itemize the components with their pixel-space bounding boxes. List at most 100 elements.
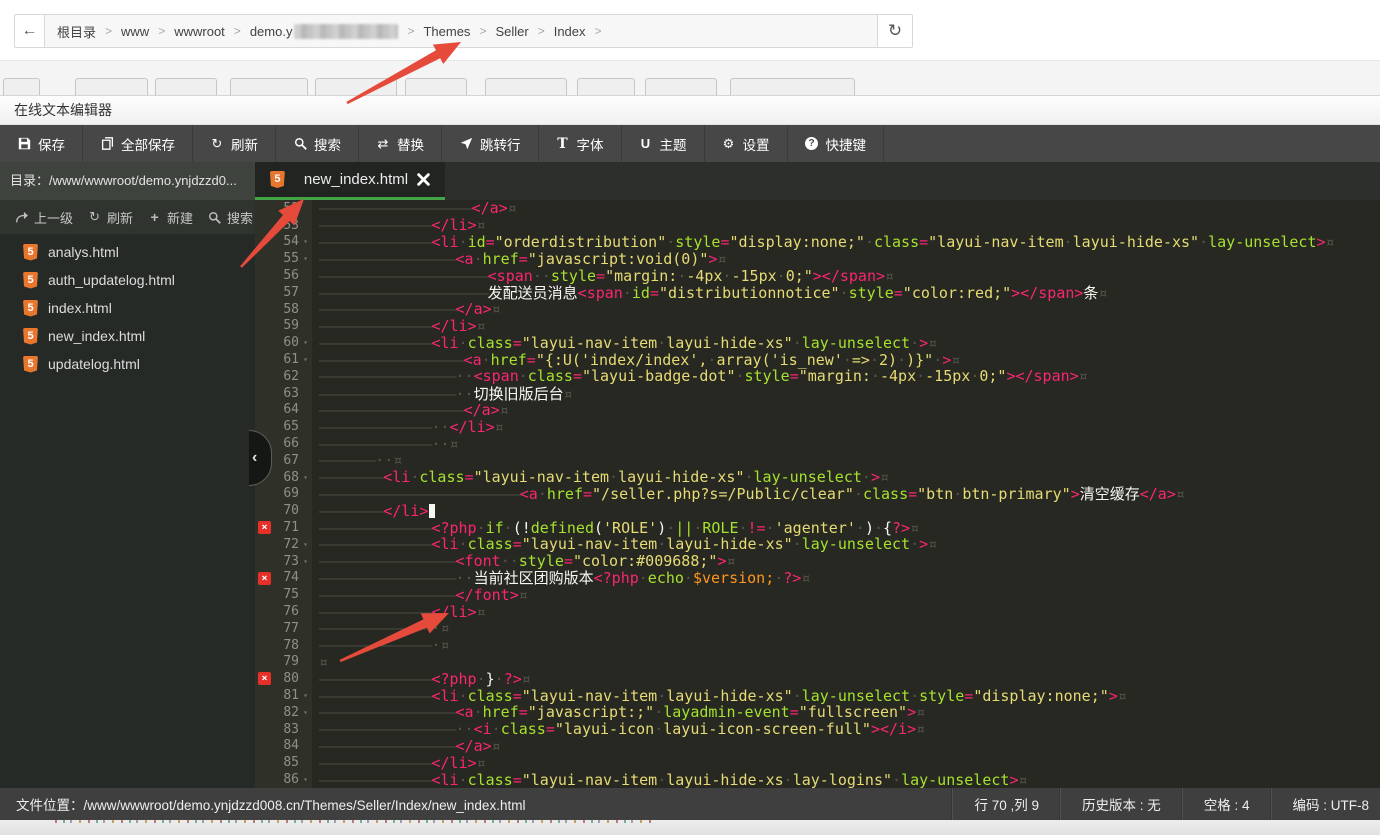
code-line-content[interactable]: ———————··¤ xyxy=(312,451,402,469)
line-number[interactable]: 69 xyxy=(283,486,299,501)
breadcrumb-item[interactable]: wwwroot xyxy=(174,24,225,39)
code-line-content[interactable]: ——————————————</li>¤ xyxy=(312,317,486,335)
toolbar-button-font[interactable]: T字体 xyxy=(539,125,622,162)
toolbar-button-replace[interactable]: ⇄替换 xyxy=(359,125,442,162)
back-button[interactable]: ← xyxy=(14,14,45,48)
toolbar-button-save[interactable]: 保存 xyxy=(0,125,83,162)
line-number[interactable]: 53 xyxy=(283,218,299,233)
sidebar-action-new-file[interactable]: +新建 xyxy=(148,208,193,227)
line-number[interactable]: 59 xyxy=(283,318,299,333)
fold-arrow-icon[interactable]: ▾ xyxy=(299,237,312,246)
fold-arrow-icon[interactable]: ▾ xyxy=(299,473,312,482)
fold-arrow-icon[interactable]: ▾ xyxy=(299,338,312,347)
line-number[interactable]: 80 xyxy=(283,671,299,686)
line-number[interactable]: 56 xyxy=(283,268,299,283)
close-tab-icon[interactable] xyxy=(417,173,430,186)
code-line-content[interactable]: ——————————————</li>¤ xyxy=(312,216,486,234)
code-line-content[interactable]: ——————————————<li·class="layui-nav-item·… xyxy=(312,334,937,352)
breadcrumb-item[interactable]: Index xyxy=(554,24,586,39)
line-number[interactable]: 52 xyxy=(283,201,299,216)
line-number[interactable]: 67 xyxy=(283,453,299,468)
file-item[interactable]: 5new_index.html xyxy=(0,322,255,350)
sidebar-action-search[interactable]: 搜索 xyxy=(208,208,253,227)
breadcrumb-item[interactable]: Seller xyxy=(495,24,528,39)
toolbar-button-save-all[interactable]: 全部保存 xyxy=(83,125,193,162)
fold-arrow-icon[interactable]: ▾ xyxy=(299,355,312,364)
toolbar-button-goto-line[interactable]: 跳转行 xyxy=(442,125,539,162)
code-line-content[interactable]: —————————————————————————<a·href="/selle… xyxy=(312,483,1185,504)
line-number[interactable]: 61 xyxy=(283,352,299,367)
file-item[interactable]: 5auth_updatelog.html xyxy=(0,266,255,294)
fold-arrow-icon[interactable]: ▾ xyxy=(299,557,312,566)
line-number[interactable]: 70 xyxy=(283,503,299,518)
code-line-content[interactable]: —————————————————<a·href="javascript:;"·… xyxy=(312,703,925,721)
toolbar-button-hotkeys[interactable]: ?快捷键 xyxy=(788,125,885,162)
breadcrumb-item[interactable]: www xyxy=(121,24,149,39)
line-number[interactable]: 78 xyxy=(283,638,299,653)
file-item[interactable]: 5index.html xyxy=(0,294,255,322)
code-line-content[interactable]: —————————————————</font>¤ xyxy=(312,586,528,604)
code-line-content[interactable]: ——————————————··¤ xyxy=(312,435,459,453)
code-line-content[interactable]: ——————————————<li·class="layui-nav-item·… xyxy=(312,771,1028,789)
fold-arrow-icon[interactable]: ▾ xyxy=(299,775,312,784)
refresh-path-button[interactable]: ↻ xyxy=(877,14,913,48)
line-number[interactable]: 60 xyxy=(283,335,299,350)
line-number[interactable]: 77 xyxy=(283,621,299,636)
code-line-content[interactable]: —————————————————</a>¤ xyxy=(312,300,501,318)
breadcrumb-item[interactable]: 根目录 xyxy=(57,22,96,41)
line-number[interactable]: 58 xyxy=(283,302,299,317)
file-item[interactable]: 5updatelog.html xyxy=(0,350,255,378)
code-line-content[interactable]: ——————————————————<a·href="{:U('index/in… xyxy=(312,351,960,369)
line-number[interactable]: 66 xyxy=(283,436,299,451)
code-line-content[interactable]: ——————————————<li·class="layui-nav-item·… xyxy=(312,687,1127,705)
fold-arrow-icon[interactable]: ▾ xyxy=(299,691,312,700)
code-editor[interactable]: 52———————————————————</a>¤53————————————… xyxy=(255,200,1380,788)
line-number[interactable]: 86 xyxy=(283,772,299,787)
sidebar-action-up-level[interactable]: 上一级 xyxy=(15,208,73,227)
toolbar-button-search[interactable]: 搜索 xyxy=(276,125,359,162)
code-line-content[interactable]: ——————————————————</a>¤ xyxy=(312,401,509,419)
line-number[interactable]: 85 xyxy=(283,755,299,770)
code-line-content[interactable]: —————————————————··<i·class="layui-icon·… xyxy=(312,720,925,738)
code-line-content[interactable]: ——————————————<?php·if·(!defined('ROLE')… xyxy=(312,519,919,537)
sidebar-action-refresh[interactable]: ↻刷新 xyxy=(88,208,133,227)
line-number[interactable]: 72 xyxy=(283,537,299,552)
line-number[interactable]: 73 xyxy=(283,554,299,569)
fold-arrow-icon[interactable]: ▾ xyxy=(299,540,312,549)
line-number[interactable]: 71 xyxy=(283,520,299,535)
fold-arrow-icon[interactable]: ▾ xyxy=(299,254,312,263)
line-number[interactable]: 79 xyxy=(283,654,299,669)
line-number[interactable]: 64 xyxy=(283,402,299,417)
file-item[interactable]: 5analys.html xyxy=(0,238,255,266)
code-line-content[interactable]: —————————————————</a>¤ xyxy=(312,737,501,755)
line-number[interactable]: 75 xyxy=(283,587,299,602)
code-line-content[interactable]: ¤ xyxy=(312,653,328,671)
code-line-content[interactable]: ——————————————·¤ xyxy=(312,636,450,654)
line-number[interactable]: 62 xyxy=(283,369,299,384)
toolbar-button-theme[interactable]: U主题 xyxy=(622,125,705,162)
breadcrumb-item[interactable]: demo.y xyxy=(250,24,399,39)
line-number[interactable]: 83 xyxy=(283,722,299,737)
code-line-content[interactable]: ——————————————·¤ xyxy=(312,619,450,637)
code-line-content[interactable]: ——————————————<li·class="layui-nav-item·… xyxy=(312,535,937,553)
code-line-content[interactable]: —————————————————<a·href="javascript:voi… xyxy=(312,250,726,268)
line-number[interactable]: 68 xyxy=(283,470,299,485)
code-line-content[interactable]: ——————————————</li>¤ xyxy=(312,603,486,621)
toolbar-button-settings[interactable]: ⚙设置 xyxy=(705,125,788,162)
line-number[interactable]: 74 xyxy=(283,570,299,585)
code-line-content[interactable]: ——————————————</li>¤ xyxy=(312,754,486,772)
code-line-content[interactable]: ————————</li> xyxy=(312,502,435,520)
code-line-content[interactable]: ——————————————<?php·}·?>¤ xyxy=(312,670,531,688)
fold-arrow-icon[interactable]: ▾ xyxy=(299,708,312,717)
tab-new-index-html[interactable]: 5 new_index.html xyxy=(255,162,445,200)
breadcrumb-item[interactable]: Themes xyxy=(423,24,470,39)
line-number[interactable]: 76 xyxy=(283,604,299,619)
toolbar-button-refresh[interactable]: ↻刷新 xyxy=(193,125,276,162)
code-line-content[interactable]: ——————————————··</li>¤ xyxy=(312,418,504,436)
line-number[interactable]: 57 xyxy=(283,285,299,300)
line-number[interactable]: 81 xyxy=(283,688,299,703)
line-number[interactable]: 55 xyxy=(283,251,299,266)
line-number[interactable]: 84 xyxy=(283,738,299,753)
line-number[interactable]: 82 xyxy=(283,705,299,720)
code-line-content[interactable]: ——————————————<li·id="orderdistribution"… xyxy=(312,233,1335,251)
